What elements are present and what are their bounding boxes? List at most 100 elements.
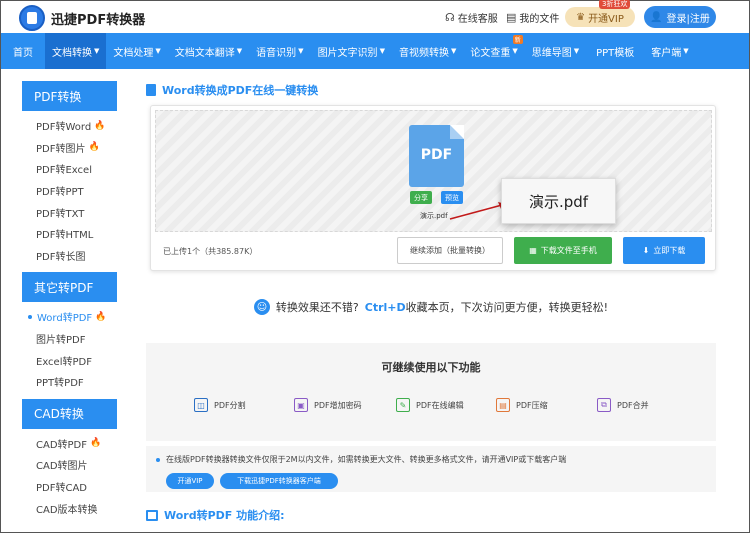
caret-down-icon: ▼ <box>450 47 457 55</box>
compress-icon: ▤ <box>496 398 510 412</box>
sidebar-item-label: PDF转CAD <box>36 483 88 495</box>
feature-pdf-merge[interactable]: ⧉ PDF合并 <box>597 398 649 412</box>
fire-icon: 🔥 <box>90 438 102 449</box>
nav-label: 文档文本翻译 <box>174 47 235 59</box>
open-vip-button[interactable]: 开通VIP <box>166 473 214 489</box>
download-to-phone-button[interactable]: ▦ 下载文件至手机 <box>514 237 612 264</box>
lock-icon: ▣ <box>294 398 308 412</box>
sidebar-item-pdf-to-image[interactable]: PDF转图片 🔥 <box>22 137 117 159</box>
file-drop-area[interactable]: PDF 分享 预览 演示.pdf 演示.pdf <box>155 110 712 232</box>
upload-status: 已上传1个（共385.87K） <box>163 247 258 256</box>
nav-label: 音视频转换 <box>398 47 449 59</box>
sidebar-section-cad-convert[interactable]: CAD转换 <box>22 398 117 429</box>
caret-down-icon: ▼ <box>236 47 243 55</box>
document-icon: ▤ <box>506 11 517 24</box>
sidebar-item-pdf-to-word[interactable]: PDF转Word 🔥 <box>22 115 117 137</box>
nav-label: 首页 <box>13 47 33 59</box>
vip-button-label: 开通VIP <box>588 13 624 25</box>
fire-icon: 🔥 <box>95 311 107 322</box>
sidebar-item-label: PDF转图片 <box>36 143 86 155</box>
feature-pdf-password[interactable]: ▣ PDF增加密码 <box>294 398 362 412</box>
sidebar-item-pdf-to-cad[interactable]: PDF转CAD <box>22 476 117 498</box>
sidebar-item-label: PDF转PPT <box>36 187 84 199</box>
nav-label: 客户端 <box>651 47 682 59</box>
nav-ocr[interactable]: 图片文字识别 ▼ <box>311 33 392 69</box>
sidebar-item-cad-to-pdf[interactable]: CAD转PDF 🔥 <box>22 433 117 455</box>
feature-pdf-compress[interactable]: ▤ PDF压缩 <box>496 398 548 412</box>
sidebar-item-pdf-to-html[interactable]: PDF转HTML <box>22 223 117 245</box>
pdf-file-icon-text: PDF <box>420 147 453 163</box>
sidebar-item-pdf-to-long-image[interactable]: PDF转长图 <box>22 245 117 267</box>
download-to-phone-label: 下载文件至手机 <box>540 246 597 255</box>
annotation-arrow-icon <box>449 202 506 220</box>
feature-pdf-edit[interactable]: ✎ PDF在线编辑 <box>396 398 464 412</box>
nav-ppt-template[interactable]: PPT模板 <box>586 33 644 69</box>
pdf-file-icon: PDF <box>409 125 464 187</box>
nav-label: 语音识别 <box>256 47 297 59</box>
download-client-button[interactable]: 下载迅捷PDF转换器客户端 <box>220 473 338 489</box>
sidebar-item-pdf-to-txt[interactable]: PDF转TXT <box>22 201 117 223</box>
sidebar-item-label: PDF转Excel <box>36 165 92 177</box>
login-register-button[interactable]: 👤 登录|注册 <box>644 6 716 28</box>
nav-speech[interactable]: 语音识别 ▼ <box>249 33 310 69</box>
sidebar-item-label: PDF转TXT <box>36 208 85 220</box>
sidebar-item-cad-version[interactable]: CAD版本转换 <box>22 497 117 519</box>
customer-service-link[interactable]: ☊ 在线客服 <box>445 10 498 25</box>
feature-label: PDF在线编辑 <box>416 400 464 410</box>
nav-label: 论文查重 <box>470 47 511 59</box>
nav-doc-process[interactable]: 文档处理 ▼ <box>106 33 167 69</box>
brand-name[interactable]: 迅捷PDF转换器 <box>51 9 145 28</box>
bullet-dot <box>156 457 160 462</box>
sidebar-item-label: CAD转PDF <box>36 439 88 451</box>
nav-home[interactable]: 首页 <box>1 33 45 69</box>
caret-down-icon: ▼ <box>573 47 580 55</box>
nav-av-convert[interactable]: 音视频转换 ▼ <box>392 33 463 69</box>
sidebar-section-pdf-convert[interactable]: PDF转换 <box>22 81 117 111</box>
sidebar: PDF转换 PDF转Word 🔥 PDF转图片 🔥 PDF转Excel PDF转PP… <box>22 81 117 519</box>
download-now-label: 立即下载 <box>653 246 686 255</box>
sidebar-item-label: CAD版本转换 <box>36 504 98 516</box>
download-now-button[interactable]: ⬇ 立即下载 <box>623 237 705 264</box>
sidebar-item-image-to-pdf[interactable]: 图片转PDF <box>22 328 117 350</box>
fire-icon: 🔥 <box>94 120 106 131</box>
sidebar-item-ppt-to-pdf[interactable]: PPT转PDF <box>22 371 117 393</box>
sidebar-item-pdf-to-excel[interactable]: PDF转Excel <box>22 158 117 180</box>
login-register-label: 登录|注册 <box>666 13 710 25</box>
page-title-row: Word转换成PDF在线一键转换 <box>146 81 716 99</box>
sidebar-item-label: Excel转PDF <box>36 356 92 368</box>
continue-add-button[interactable]: 继续添加（批量转换） <box>397 237 503 264</box>
nav-plagiarism[interactable]: 论文查重 ▼ 新 <box>463 33 524 69</box>
caret-down-icon: ▼ <box>94 47 100 55</box>
sidebar-item-cad-to-image[interactable]: CAD转图片 <box>22 454 117 476</box>
page-title: Word转换成PDF在线一键转换 <box>162 84 319 97</box>
nav-mindmap[interactable]: 思维导图 ▼ <box>525 33 586 69</box>
my-files-link[interactable]: ▤ 我的文件 <box>506 10 559 25</box>
sidebar-item-label: PDF转长图 <box>36 251 86 263</box>
sidebar-section-to-pdf[interactable]: 其它转PDF <box>22 272 117 303</box>
notice-text: 在线版PDF转换器转换文件仅限于2M以内文件，如需转换更大文件、转换更多格式文件… <box>166 455 567 464</box>
nav-label: 文档处理 <box>113 47 154 59</box>
document-icon <box>146 84 156 96</box>
share-button[interactable]: 分享 <box>410 191 432 204</box>
customer-service-label: 在线客服 <box>457 14 498 25</box>
promo-text-a: 转换效果还不错? <box>275 301 359 314</box>
notice-line: 在线版PDF转换器转换文件仅限于2M以内文件，如需转换更大文件、转换更多格式文件… <box>156 454 566 465</box>
feature-label: PDF压缩 <box>516 400 548 410</box>
feature-pdf-split[interactable]: ◫ PDF分割 <box>194 398 246 412</box>
nav-doc-convert[interactable]: 文档转换 ▼ <box>45 33 107 69</box>
active-dot <box>28 314 32 319</box>
nav-client[interactable]: 客户端 ▼ <box>644 33 695 69</box>
vip-button[interactable]: ♛ 开通VIP <box>565 7 635 27</box>
sidebar-item-pdf-to-ppt[interactable]: PDF转PPT <box>22 180 117 202</box>
feature-intro-title: Word转PDF 功能介绍: <box>164 509 285 522</box>
logo-icon[interactable] <box>19 5 45 31</box>
nav-translate[interactable]: 文档文本翻译 ▼ <box>168 33 249 69</box>
vip-discount-badge: 3折狂欢 <box>599 0 631 9</box>
sidebar-item-excel-to-pdf[interactable]: Excel转PDF <box>22 349 117 371</box>
nav-label: 思维导图 <box>531 47 572 59</box>
caret-down-icon: ▼ <box>512 47 518 55</box>
merge-icon: ⧉ <box>597 398 611 412</box>
main-content: Word转换成PDF在线一键转换 PDF 分享 预览 演示.pdf 演示.pdf… <box>146 81 716 522</box>
main-nav: 首页 文档转换 ▼ 文档处理 ▼ 文档文本翻译 ▼ 语音识别 ▼ 图片文字识别 ▼ 音视频… <box>1 33 749 69</box>
sidebar-item-word-to-pdf[interactable]: Word转PDF 🔥 <box>22 306 117 328</box>
